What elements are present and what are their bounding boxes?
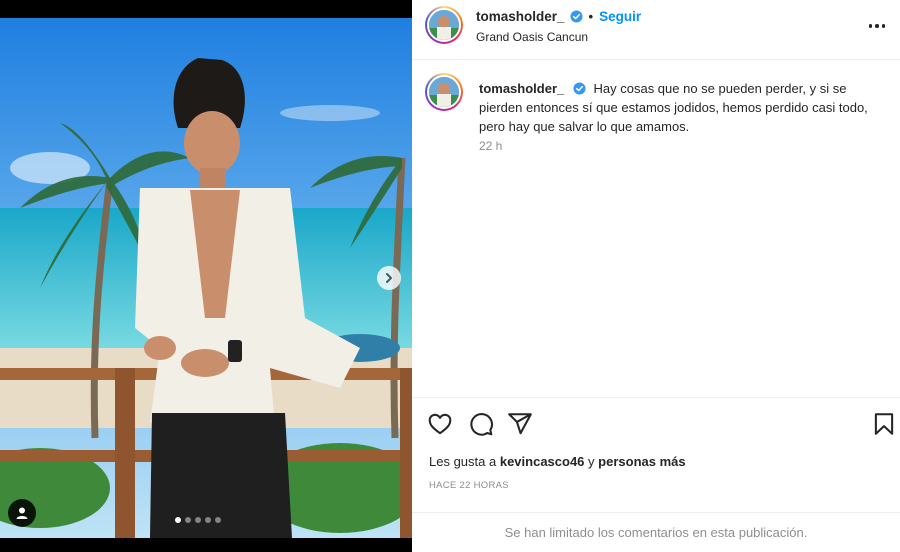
post-actions: Les gusta a kevincasco46 y personas más …: [412, 397, 900, 509]
post-location[interactable]: Grand Oasis Cancun: [476, 30, 588, 44]
more-dot: [881, 24, 886, 28]
comments-limited-notice: Se han limitado los comentarios en esta …: [412, 512, 900, 552]
carousel-dot: [185, 517, 191, 523]
likes-summary: Les gusta a kevincasco46 y personas más: [429, 454, 686, 469]
likes-user[interactable]: kevincasco46: [500, 454, 585, 469]
post-timestamp[interactable]: HACE 22 HORAS: [429, 480, 509, 491]
post-header: tomasholder_ • Seguir Grand Oasis Cancun: [412, 0, 900, 60]
carousel-dot: [205, 517, 211, 523]
tagged-users-button[interactable]: [8, 499, 36, 527]
carousel-next-button[interactable]: [377, 266, 401, 290]
verified-badge-icon: [569, 10, 583, 23]
author-avatar[interactable]: [425, 6, 463, 44]
likes-prefix: Les gusta a: [429, 454, 497, 469]
verified-badge-icon: [573, 82, 586, 95]
user-tag-icon: [16, 507, 28, 519]
media-letterbox-top: [0, 0, 412, 18]
avatar-image: [429, 77, 459, 107]
caption-time[interactable]: 22 h: [479, 139, 502, 153]
carousel-dot: [195, 517, 201, 523]
heart-icon[interactable]: [427, 411, 453, 437]
post-photo[interactable]: [0, 18, 412, 538]
author-username[interactable]: tomasholder_: [476, 9, 565, 24]
caption-username[interactable]: tomasholder_: [479, 81, 564, 96]
likes-others[interactable]: personas más: [598, 454, 685, 469]
caption-avatar[interactable]: [425, 73, 463, 111]
separator-dot: •: [588, 9, 594, 24]
more-options-button[interactable]: [866, 16, 888, 36]
comment-icon[interactable]: [468, 411, 494, 437]
caption-comment: tomasholder_ Hay cosas que no se pueden …: [412, 61, 900, 397]
bookmark-icon[interactable]: [871, 411, 897, 437]
post-side-panel: tomasholder_ • Seguir Grand Oasis Cancun: [412, 0, 900, 552]
carousel-dot: [215, 517, 221, 523]
likes-connector: y: [588, 454, 595, 469]
follow-button[interactable]: Seguir: [599, 9, 641, 24]
avatar-image: [429, 10, 459, 40]
carousel-dot: [175, 517, 181, 523]
post-media: [0, 0, 412, 552]
author-line: tomasholder_ • Seguir: [476, 9, 641, 24]
chevron-right-icon: [386, 273, 392, 283]
carousel-indicator: [175, 517, 221, 523]
share-icon[interactable]: [507, 411, 533, 437]
caption-text-block: tomasholder_ Hay cosas que no se pueden …: [479, 79, 884, 136]
more-dot: [875, 24, 879, 28]
more-dot: [868, 24, 873, 28]
media-letterbox-bottom: [0, 538, 412, 552]
